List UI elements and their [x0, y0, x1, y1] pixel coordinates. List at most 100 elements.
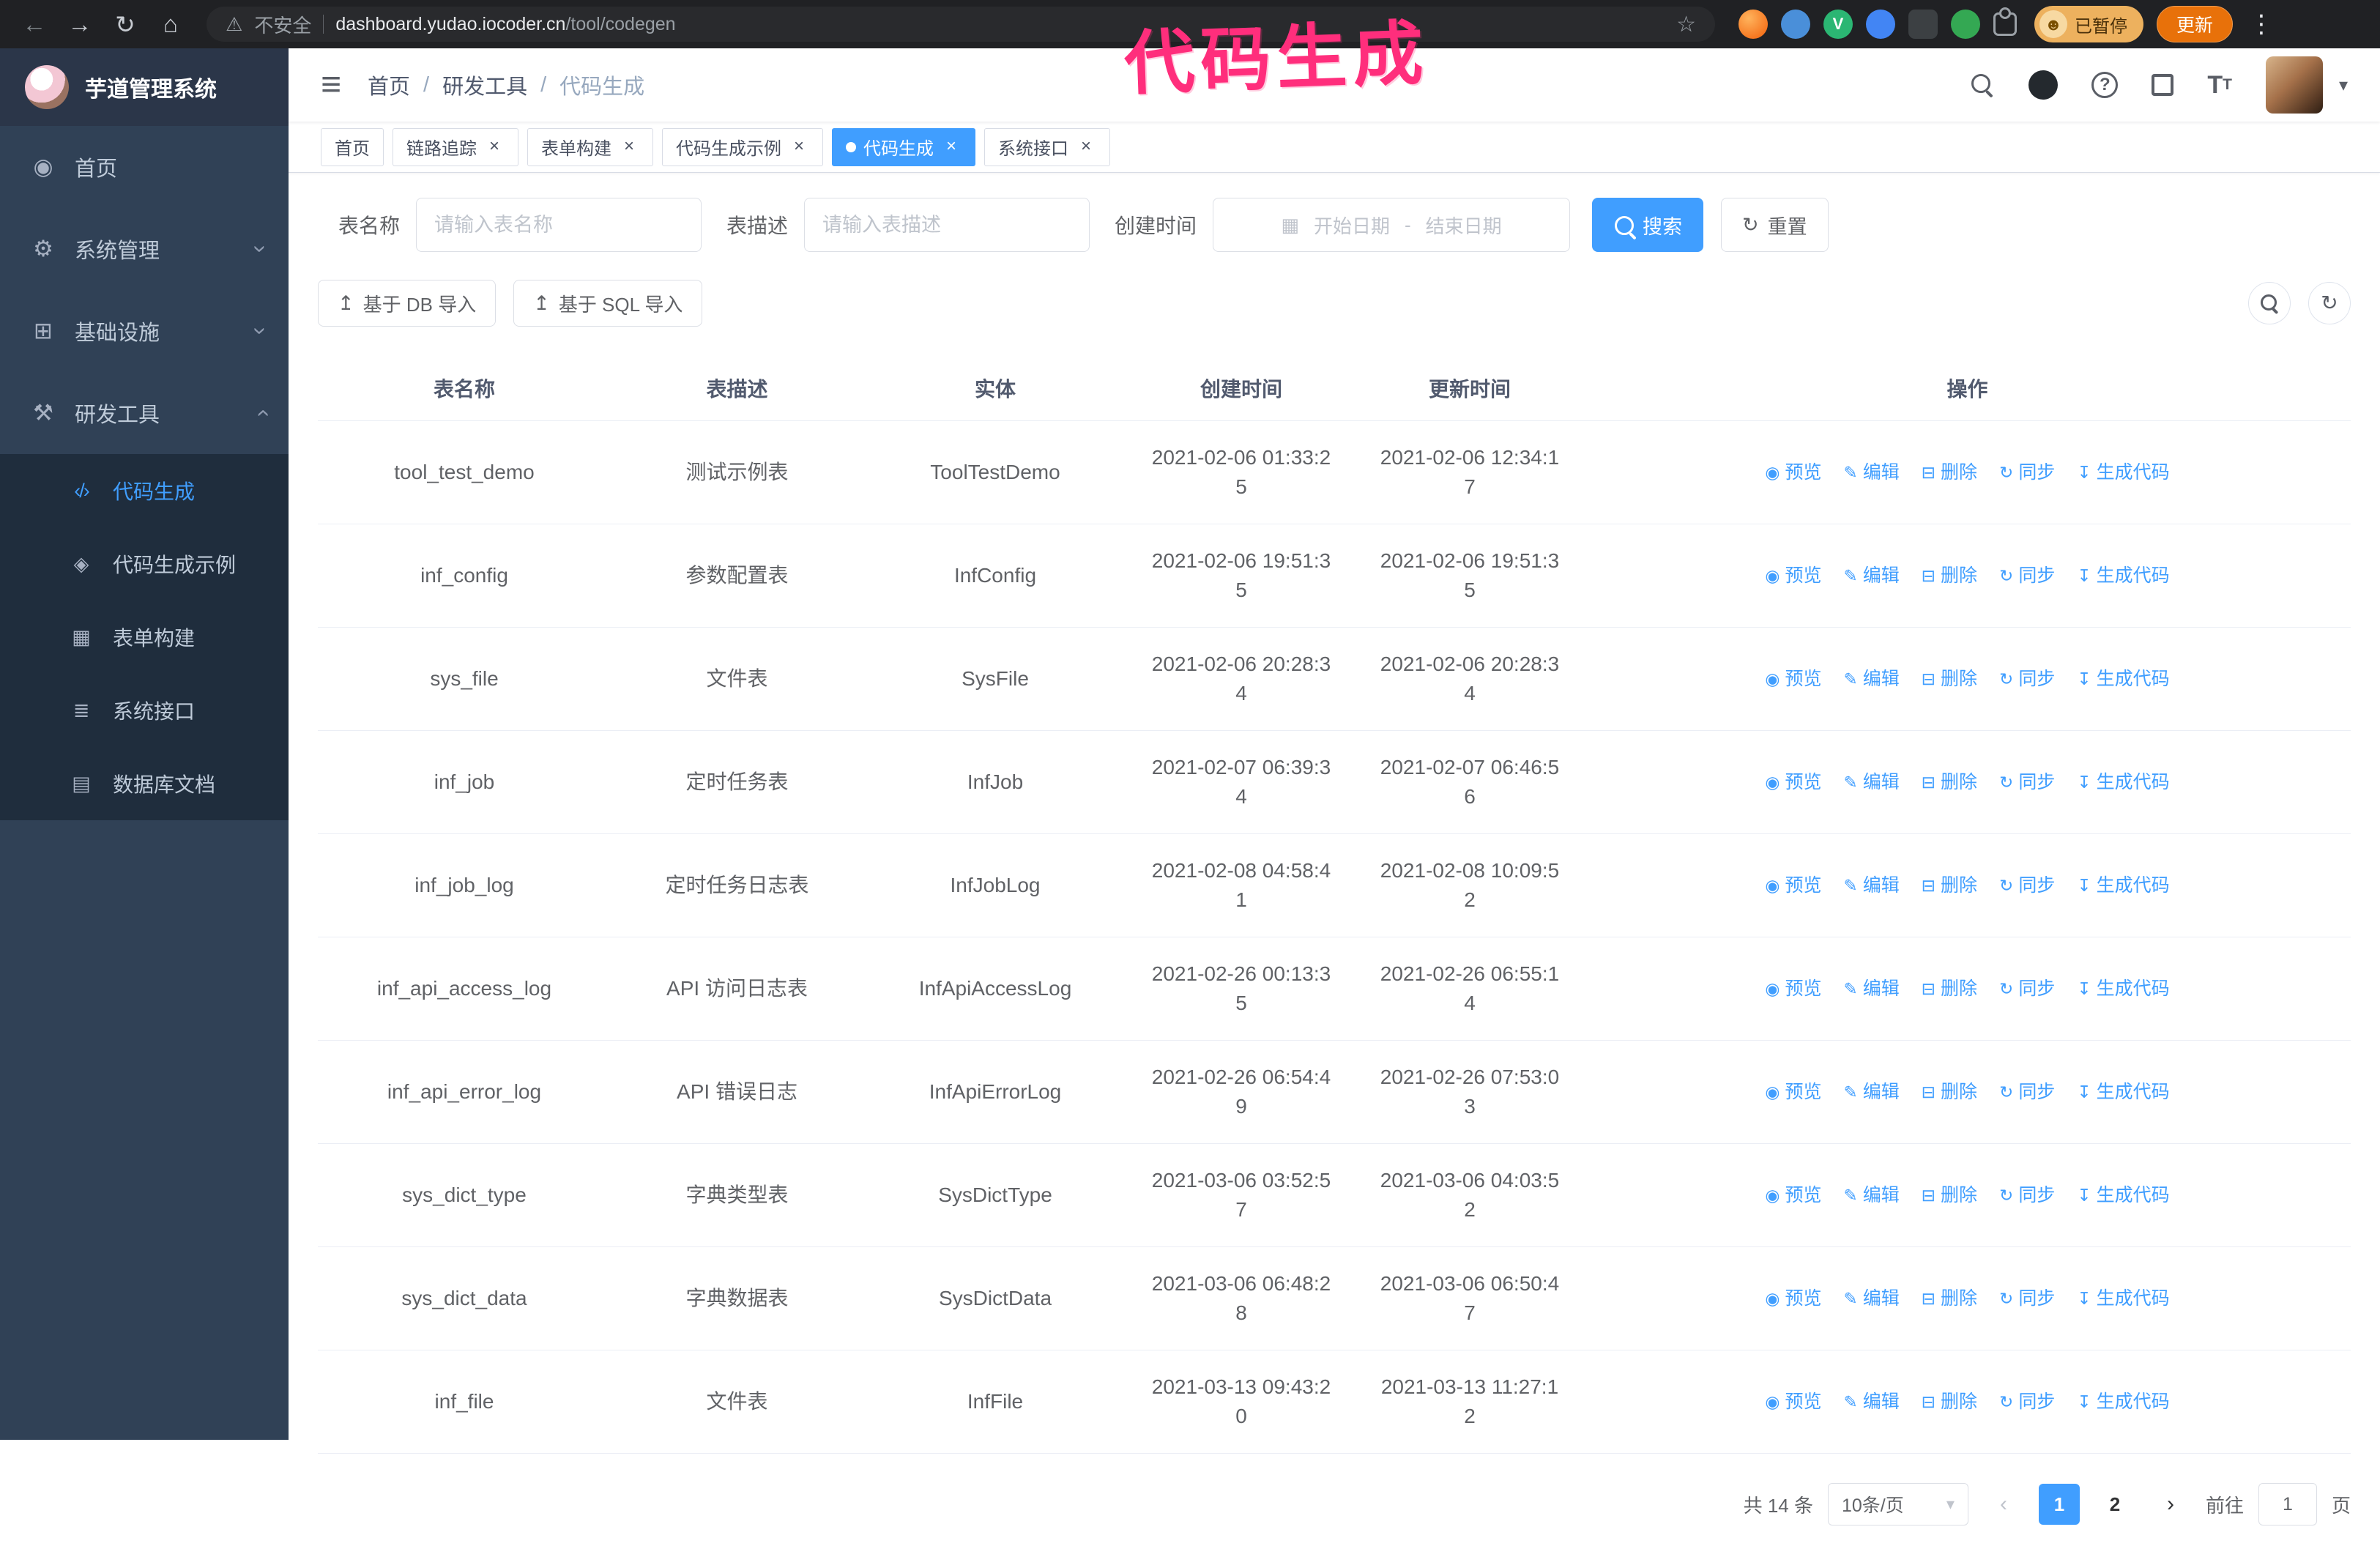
view-tab[interactable]: 代码生成示例 ×: [662, 127, 823, 166]
generate-code-link[interactable]: ↧ 生成代码: [2077, 1181, 2169, 1210]
table-name-input[interactable]: [416, 198, 702, 252]
refresh-table-button[interactable]: ↻: [2308, 282, 2351, 324]
edit-link[interactable]: ✎ 编辑: [1843, 871, 1899, 900]
delete-link[interactable]: ⊟ 删除: [1922, 1181, 1977, 1210]
font-size-icon[interactable]: TT: [2207, 71, 2232, 100]
sync-link[interactable]: ↻ 同步: [1999, 768, 2055, 797]
preview-link[interactable]: ◉ 预览: [1765, 974, 1821, 1003]
extension-icon-5[interactable]: [1908, 10, 1938, 39]
toggle-search-button[interactable]: [2248, 282, 2291, 324]
close-icon[interactable]: ×: [1076, 136, 1096, 157]
delete-link[interactable]: ⊟ 删除: [1922, 1387, 1977, 1416]
edit-link[interactable]: ✎ 编辑: [1843, 768, 1899, 797]
generate-code-link[interactable]: ↧ 生成代码: [2077, 1077, 2169, 1107]
profile-paused-chip[interactable]: ☻ 已暂停: [2034, 6, 2143, 42]
edit-link[interactable]: ✎ 编辑: [1843, 1181, 1899, 1210]
view-tab[interactable]: 首页: [321, 127, 384, 166]
generate-code-link[interactable]: ↧ 生成代码: [2077, 1387, 2169, 1416]
delete-link[interactable]: ⊟ 删除: [1922, 1077, 1977, 1107]
sidebar-item-form-builder[interactable]: ▦ 表单构建: [0, 601, 289, 674]
bookmark-star-icon[interactable]: ☆: [1676, 12, 1696, 37]
extension-icon-1[interactable]: [1738, 10, 1768, 39]
view-tab[interactable]: 代码生成 ×: [832, 127, 975, 166]
browser-forward-icon[interactable]: →: [60, 4, 100, 44]
next-page-button[interactable]: ›: [2150, 1484, 2191, 1525]
sync-link[interactable]: ↻ 同步: [1999, 1284, 2055, 1313]
search-button[interactable]: 搜索: [1592, 198, 1704, 252]
close-icon[interactable]: ×: [484, 136, 505, 157]
edit-link[interactable]: ✎ 编辑: [1843, 1387, 1899, 1416]
url-text[interactable]: dashboard.yudao.iocoder.cn/tool/codegen: [335, 14, 675, 35]
sync-link[interactable]: ↻ 同步: [1999, 871, 2055, 900]
edit-link[interactable]: ✎ 编辑: [1843, 561, 1899, 590]
breadcrumb-devtools[interactable]: 研发工具: [442, 70, 527, 100]
preview-link[interactable]: ◉ 预览: [1765, 768, 1821, 797]
generate-code-link[interactable]: ↧ 生成代码: [2077, 458, 2169, 487]
preview-link[interactable]: ◉ 预览: [1765, 871, 1821, 900]
help-icon[interactable]: ?: [2091, 72, 2119, 98]
sync-link[interactable]: ↻ 同步: [1999, 1181, 2055, 1210]
sync-link[interactable]: ↻ 同步: [1999, 1077, 2055, 1107]
close-icon[interactable]: ×: [789, 136, 809, 157]
extension-icon-3[interactable]: V: [1823, 10, 1853, 39]
page-button-2[interactable]: 2: [2094, 1484, 2135, 1525]
browser-back-icon[interactable]: ←: [15, 4, 54, 44]
user-avatar[interactable]: [2265, 56, 2323, 114]
reset-button[interactable]: ↻ 重置: [1721, 198, 1829, 252]
browser-reload-icon[interactable]: ↻: [105, 4, 145, 44]
delete-link[interactable]: ⊟ 删除: [1922, 458, 1977, 487]
close-icon[interactable]: ×: [619, 136, 639, 157]
edit-link[interactable]: ✎ 编辑: [1843, 1077, 1899, 1107]
browser-home-icon[interactable]: ⌂: [151, 4, 190, 44]
delete-link[interactable]: ⊟ 删除: [1922, 1284, 1977, 1313]
generate-code-link[interactable]: ↧ 生成代码: [2077, 768, 2169, 797]
extensions-puzzle-icon[interactable]: [1993, 12, 2017, 36]
generate-code-link[interactable]: ↧ 生成代码: [2077, 1284, 2169, 1313]
browser-menu-icon[interactable]: ⋮: [2249, 10, 2274, 39]
avatar-caret-icon[interactable]: ▾: [2339, 75, 2348, 96]
preview-link[interactable]: ◉ 预览: [1765, 561, 1821, 590]
hamburger-icon[interactable]: ≡: [321, 67, 341, 103]
sidebar-item-codegen-example[interactable]: ◈ 代码生成示例: [0, 527, 289, 601]
sidebar-item-codegen[interactable]: ‹/› 代码生成: [0, 454, 289, 527]
generate-code-link[interactable]: ↧ 生成代码: [2077, 664, 2169, 694]
view-tab[interactable]: 链路追踪 ×: [393, 127, 518, 166]
extension-icon-6[interactable]: [1951, 10, 1980, 39]
delete-link[interactable]: ⊟ 删除: [1922, 871, 1977, 900]
import-db-button[interactable]: ↥ 基于 DB 导入: [318, 280, 497, 327]
sidebar-item-system-api[interactable]: ≣ 系统接口: [0, 674, 289, 747]
browser-update-button[interactable]: 更新: [2157, 6, 2234, 42]
preview-link[interactable]: ◉ 预览: [1765, 664, 1821, 694]
search-icon[interactable]: [1970, 73, 1995, 97]
sidebar-item-system[interactable]: ⚙ 系统管理 ›: [0, 208, 289, 290]
sidebar-item-db-doc[interactable]: ▤ 数据库文档: [0, 747, 289, 820]
import-sql-button[interactable]: ↥ 基于 SQL 导入: [513, 280, 703, 327]
delete-link[interactable]: ⊟ 删除: [1922, 974, 1977, 1003]
sync-link[interactable]: ↻ 同步: [1999, 664, 2055, 694]
view-tab[interactable]: 系统接口 ×: [984, 127, 1110, 166]
sync-link[interactable]: ↻ 同步: [1999, 974, 2055, 1003]
address-bar[interactable]: ⚠ 不安全 dashboard.yudao.iocoder.cn/tool/co…: [207, 7, 1715, 42]
delete-link[interactable]: ⊟ 删除: [1922, 664, 1977, 694]
generate-code-link[interactable]: ↧ 生成代码: [2077, 974, 2169, 1003]
delete-link[interactable]: ⊟ 删除: [1922, 561, 1977, 590]
date-range-picker[interactable]: ▦ 开始日期 - 结束日期: [1213, 198, 1571, 252]
sidebar-item-devtools[interactable]: ⚒ 研发工具 ›: [0, 372, 289, 454]
view-tab[interactable]: 表单构建 ×: [527, 127, 653, 166]
preview-link[interactable]: ◉ 预览: [1765, 1284, 1821, 1313]
security-label[interactable]: 不安全: [254, 11, 311, 38]
page-button-1[interactable]: 1: [2038, 1484, 2080, 1525]
sidebar-item-home[interactable]: ◉ 首页: [0, 126, 289, 208]
sidebar-item-infra[interactable]: ⊞ 基础设施 ›: [0, 290, 289, 372]
delete-link[interactable]: ⊟ 删除: [1922, 768, 1977, 797]
edit-link[interactable]: ✎ 编辑: [1843, 1284, 1899, 1313]
preview-link[interactable]: ◉ 预览: [1765, 1387, 1821, 1416]
preview-link[interactable]: ◉ 预览: [1765, 1077, 1821, 1107]
preview-link[interactable]: ◉ 预览: [1765, 458, 1821, 487]
sync-link[interactable]: ↻ 同步: [1999, 458, 2055, 487]
breadcrumb-home[interactable]: 首页: [368, 70, 410, 100]
fullscreen-icon[interactable]: [2152, 74, 2174, 96]
goto-page-input[interactable]: [2258, 1483, 2317, 1525]
github-icon[interactable]: [2028, 70, 2059, 100]
extension-icon-2[interactable]: [1781, 10, 1810, 39]
